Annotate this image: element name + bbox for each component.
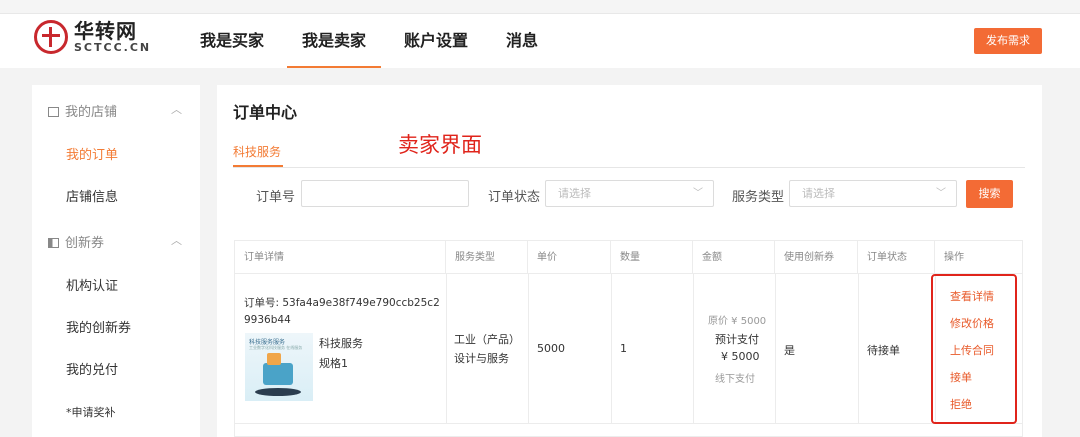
chevron-down-icon: ﹀ (936, 188, 946, 199)
pay-method: 线下支付 (715, 374, 755, 385)
original-price: 原价 ¥ 5000 (708, 316, 767, 327)
shopping-cart-icon (263, 353, 293, 385)
expected-pay-label: 预计支付 (715, 333, 759, 346)
tab-tech-services[interactable]: 科技服务 (233, 143, 281, 160)
sidebar-item-store-info[interactable]: 店铺信息 (66, 186, 234, 205)
col-header-order-detail: 订单详情 (235, 241, 446, 274)
tab-divider (233, 167, 1025, 168)
product-thumbnail[interactable]: 科技服务服务 工业数字化科技服务 在线服务 (245, 333, 313, 401)
col-header-service-type: 服务类型 (446, 241, 528, 274)
logo[interactable]: 华转网 SCTCC.CN (34, 20, 151, 54)
accept-order-link[interactable]: 接单 (950, 369, 972, 385)
logo-name-en: SCTCC.CN (74, 41, 152, 54)
publish-demand-button[interactable]: 发布需求 (974, 28, 1042, 54)
service-type-label: 服务类型 (732, 190, 785, 205)
col-header-order-status: 订单状态 (858, 241, 935, 274)
order-no-label: 订单号 (256, 190, 296, 205)
sidebar-item-my-vouchers[interactable]: 我的创新券 (66, 317, 234, 336)
expected-pay-amount: ¥ 5000 (721, 350, 760, 363)
col-header-use-voucher: 使用创新券 (775, 241, 858, 274)
nav-buyer[interactable]: 我是买家 (185, 14, 279, 68)
upload-contract-link[interactable]: 上传合同 (950, 342, 994, 358)
sidebar-item-my-orders[interactable]: 我的订单 (66, 144, 234, 163)
col-header-unit-price: 单价 (528, 241, 611, 274)
service-type-line2: 设计与服务 (454, 352, 509, 365)
nav-seller[interactable]: 我是卖家 (287, 14, 382, 68)
order-no-input[interactable] (301, 180, 469, 207)
sidebar-item-apply-subsidy[interactable]: *申请奖补 (66, 404, 234, 420)
header: 华转网 SCTCC.CN 我是买家 我是卖家 账户设置 消息 发布需求 (0, 14, 1080, 68)
orders-table: 订单详情 服务类型 单价 数量 金额 使用创新券 订单状态 操作 订单号: 53… (234, 240, 1023, 437)
col-header-amount: 金额 (693, 241, 775, 274)
page-title: 订单中心 (233, 103, 298, 122)
product-spec: 规格1 (319, 357, 348, 370)
col-header-quantity: 数量 (611, 241, 693, 274)
order-status-value: 待接单 (867, 344, 900, 357)
sidebar-item-institution-cert[interactable]: 机构认证 (66, 275, 234, 294)
voucher-icon (48, 238, 59, 248)
view-details-link[interactable]: 查看详情 (950, 288, 994, 304)
chevron-up-icon: ︿ (171, 103, 182, 116)
top-strip (0, 0, 1080, 14)
reject-order-link[interactable]: 拒绝 (950, 396, 972, 412)
service-type-line1: 工业（产品） (454, 333, 520, 346)
unit-price: 5000 (537, 342, 565, 355)
chevron-up-icon: ︿ (171, 234, 182, 247)
use-voucher-value: 是 (784, 344, 795, 357)
service-type-select[interactable]: 请选择 ﹀ (789, 180, 957, 207)
chevron-down-icon: ﹀ (693, 188, 703, 199)
sidebar-item-my-redemption[interactable]: 我的兑付 (66, 359, 234, 378)
quantity: 1 (620, 342, 627, 355)
nav-account-settings[interactable]: 账户设置 (389, 14, 483, 68)
order-status-select[interactable]: 请选择 ﹀ (545, 180, 714, 207)
product-name: 科技服务 (319, 337, 363, 350)
logo-mark-icon (34, 20, 68, 54)
nav-messages[interactable]: 消息 (491, 14, 553, 68)
seller-interface-annotation: 卖家界面 (398, 133, 482, 157)
sidebar-group-voucher[interactable]: 创新券 ︿ (48, 232, 200, 251)
order-status-label: 订单状态 (488, 190, 541, 205)
sidebar-group-my-store[interactable]: 我的店铺 ︿ (48, 101, 200, 120)
main-nav: 我是买家 我是卖家 账户设置 消息 (185, 14, 561, 68)
tab-active-underline (233, 165, 283, 167)
sidebar: 我的店铺 ︿ 我的订单 店铺信息 创新券 ︿ 机构认证 我的创新券 我的兑付 *… (32, 85, 200, 437)
logo-name-cn: 华转网 (74, 19, 137, 43)
store-icon (48, 107, 59, 117)
order-number: 订单号: 53fa4a9e38f749e790ccb25c29936b44 (244, 297, 440, 326)
modify-price-link[interactable]: 修改价格 (950, 315, 994, 331)
search-button[interactable]: 搜索 (966, 180, 1013, 208)
col-header-actions: 操作 (944, 252, 964, 263)
main-panel: 订单中心 卖家界面 科技服务 订单号 订单状态 请选择 ﹀ 服务类型 请选择 ﹀… (217, 85, 1042, 437)
